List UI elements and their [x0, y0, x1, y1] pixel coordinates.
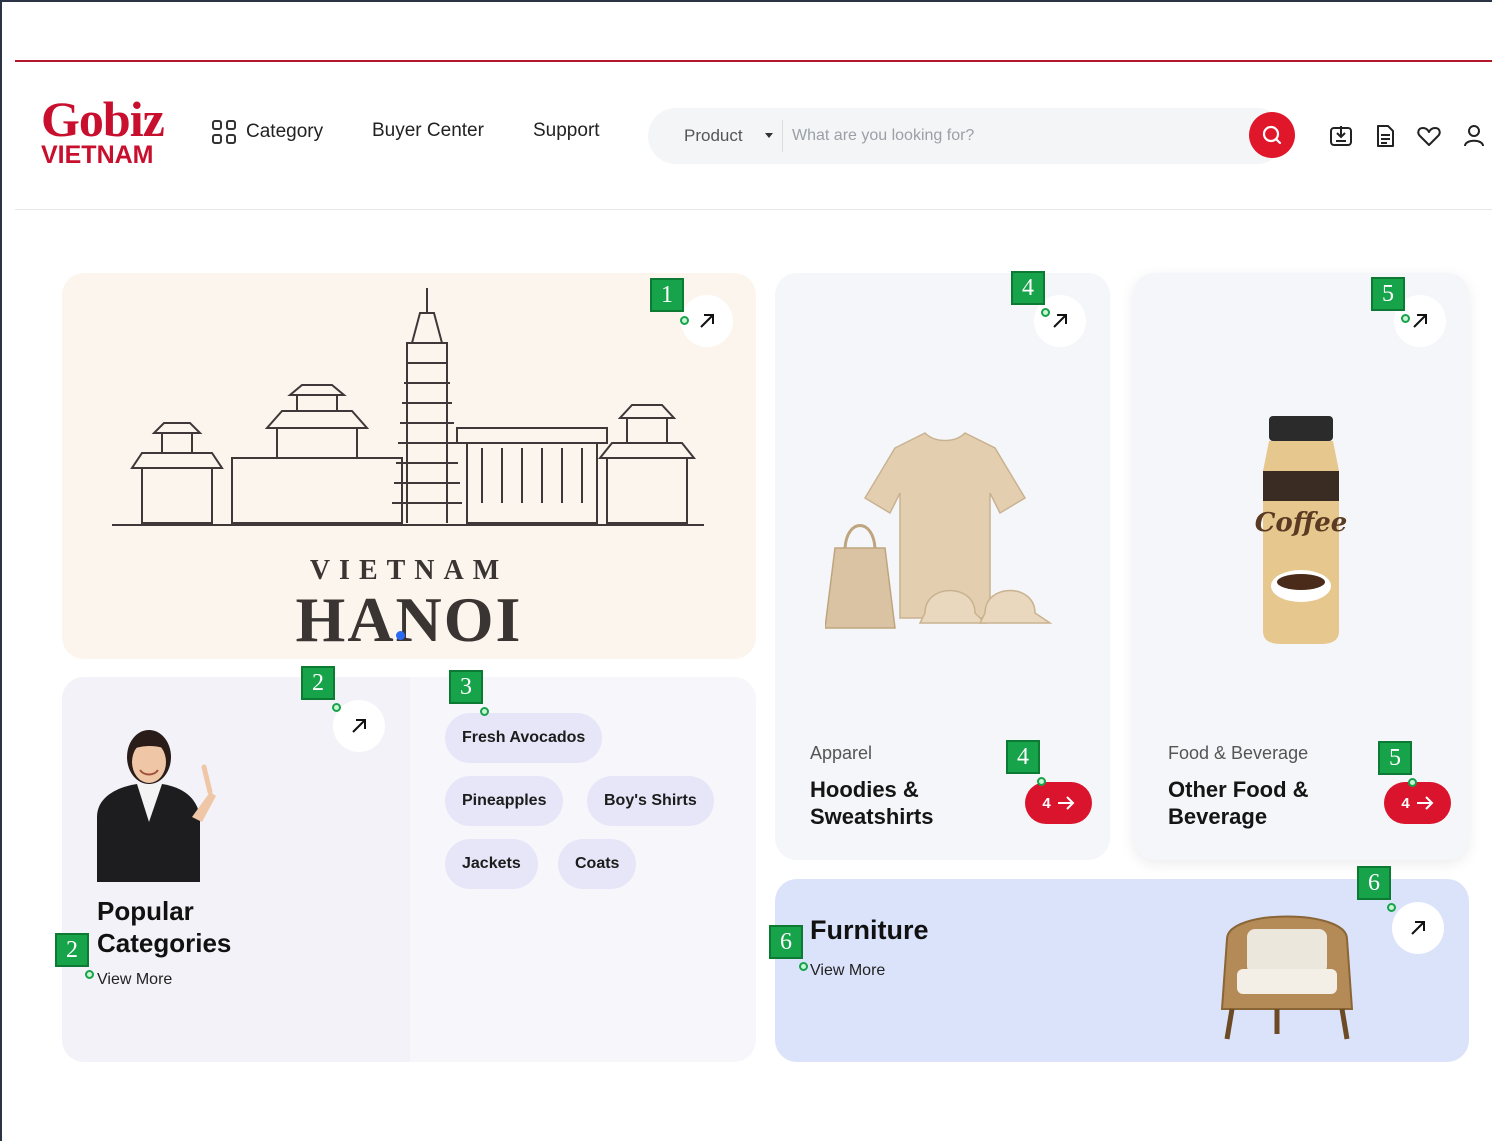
food-count-button[interactable]: 4: [1384, 782, 1451, 824]
furniture-category-card[interactable]: Furniture View More: [775, 879, 1469, 1062]
popular-categories-card: Popular Categories View More Fresh Avoca…: [62, 677, 756, 1062]
carousel-dot[interactable]: [396, 631, 405, 640]
popular-categories-panel[interactable]: Popular Categories View More: [62, 677, 410, 1062]
document-icon[interactable]: [1372, 123, 1398, 149]
marker-5: 5: [1371, 277, 1405, 311]
marker-dot: [332, 703, 341, 712]
apparel-product-image: [825, 432, 1053, 629]
logo-wordmark: Gobiz: [41, 91, 165, 147]
chip-coats[interactable]: Coats: [558, 839, 637, 889]
nav-category[interactable]: Category: [212, 120, 323, 144]
hanoi-banner-title: HANOI: [295, 584, 523, 655]
caret-down-icon[interactable]: [765, 133, 773, 138]
arrow-up-right-icon: [352, 719, 366, 733]
furniture-title: Furniture: [810, 915, 929, 945]
nav-buyer-center[interactable]: Buyer Center: [372, 120, 484, 142]
marker-dot: [1408, 778, 1417, 787]
marker-2: 2: [55, 933, 89, 967]
marker-5: 5: [1378, 741, 1412, 775]
food-count: 4: [1401, 794, 1410, 812]
category-grid-icon: [212, 120, 236, 144]
arrow-up-right-icon: [1413, 314, 1427, 328]
search-button[interactable]: [1249, 112, 1295, 158]
nav-category-label: Category: [246, 121, 324, 142]
food-beverage-category-card[interactable]: Coffee Food & Beverage Other Food & Beve…: [1133, 273, 1469, 860]
marker-dot: [799, 962, 808, 971]
marker-4: 4: [1006, 740, 1040, 774]
marker-6: 6: [769, 925, 803, 959]
nav-support[interactable]: Support: [533, 120, 600, 142]
food-category-label: Food & Beverage: [1168, 743, 1309, 763]
chip-pineapples[interactable]: Pineapples: [445, 776, 564, 826]
apparel-count: 4: [1042, 794, 1051, 812]
chip-jackets[interactable]: Jackets: [445, 839, 538, 889]
marker-dot: [1041, 308, 1050, 317]
search-icon: [1262, 125, 1282, 145]
apparel-category-card[interactable]: Apparel Hoodies & Sweatshirts 4: [775, 273, 1110, 860]
gobiz-logo[interactable]: Gobiz VIETNAM: [41, 91, 176, 168]
chip-fresh-avocados[interactable]: Fresh Avocados: [445, 713, 603, 763]
marker-dot: [1387, 903, 1396, 912]
marker-4: 4: [1011, 271, 1045, 305]
svg-text:Coffee: Coffee: [1255, 508, 1348, 538]
marker-dot: [680, 316, 689, 325]
hanoi-banner-card[interactable]: VIETNAM HANOI: [62, 273, 756, 659]
search-input[interactable]: [792, 120, 1232, 152]
coffee-bottle-image: Coffee: [1255, 416, 1348, 644]
search-category-select[interactable]: Product: [684, 126, 743, 146]
marker-dot: [1037, 777, 1046, 786]
marker-dot: [85, 970, 94, 979]
user-icon[interactable]: [1461, 123, 1487, 149]
apparel-count-button[interactable]: 4: [1025, 782, 1092, 824]
arrow-up-right-icon: [700, 314, 714, 328]
site-header: Gobiz VIETNAM Category Buyer Center Supp…: [15, 62, 1492, 210]
popular-categories-title: Popular Categories: [97, 896, 232, 958]
furniture-open-button[interactable]: [1392, 902, 1444, 954]
businesswoman-illustration: [97, 730, 216, 882]
marker-6: 6: [1357, 866, 1391, 900]
marker-2: 2: [301, 666, 335, 700]
apparel-category-name: Hoodies & Sweatshirts: [810, 777, 934, 829]
heart-icon[interactable]: [1416, 123, 1442, 149]
search-bar: Product: [648, 108, 1295, 164]
arrow-up-right-icon: [1053, 314, 1067, 328]
armchair-image: [1220, 915, 1354, 1040]
marker-dot: [1401, 314, 1410, 323]
food-category-name: Other Food & Beverage: [1168, 777, 1309, 829]
furniture-view-more-link[interactable]: View More: [810, 962, 885, 980]
arrow-up-right-icon: [1411, 921, 1425, 935]
popular-view-more-link[interactable]: View More: [97, 971, 172, 989]
chip-boys-shirts[interactable]: Boy's Shirts: [587, 776, 714, 826]
marker-3: 3: [449, 670, 483, 704]
marker-dot: [480, 707, 489, 716]
search-divider: [782, 120, 783, 152]
download-box-icon[interactable]: [1328, 123, 1354, 149]
hanoi-skyline-illustration: [112, 288, 704, 526]
arrow-right-icon: [1416, 796, 1434, 810]
apparel-category-label: Apparel: [810, 743, 873, 763]
marker-1: 1: [650, 278, 684, 312]
arrow-right-icon: [1057, 796, 1075, 810]
